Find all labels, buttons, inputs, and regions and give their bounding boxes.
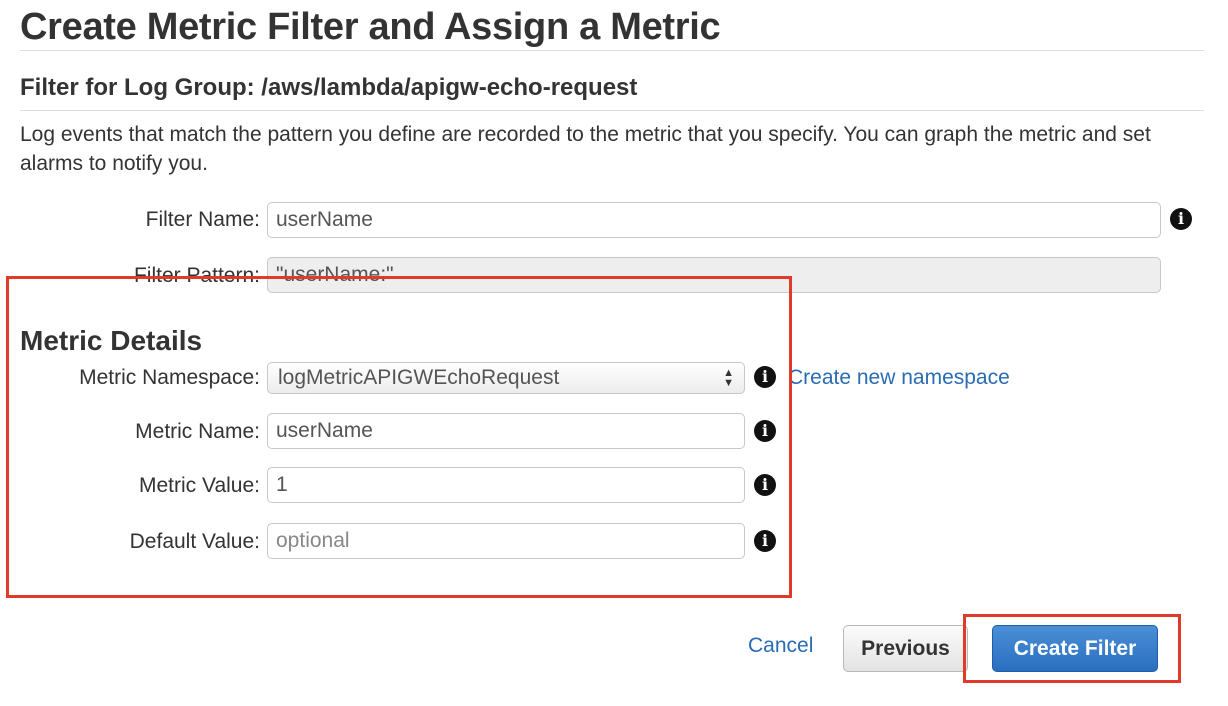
- log-group-subtitle: Filter for Log Group: /aws/lambda/apigw-…: [20, 74, 638, 101]
- title-divider: [20, 50, 1204, 51]
- create-namespace-link[interactable]: Create new namespace: [788, 366, 1010, 390]
- filter-name-label: Filter Name:: [145, 208, 260, 231]
- info-icon[interactable]: i: [1170, 208, 1192, 230]
- filter-name-input[interactable]: [267, 202, 1161, 238]
- page-title: Create Metric Filter and Assign a Metric: [20, 6, 721, 48]
- description-text: Log events that match the pattern you de…: [20, 123, 1151, 175]
- cancel-link[interactable]: Cancel: [748, 634, 813, 658]
- create-filter-highlight: [963, 614, 1181, 683]
- metric-details-highlight: [6, 276, 792, 598]
- previous-button[interactable]: Previous: [843, 625, 968, 672]
- subtitle-divider: [20, 110, 1204, 111]
